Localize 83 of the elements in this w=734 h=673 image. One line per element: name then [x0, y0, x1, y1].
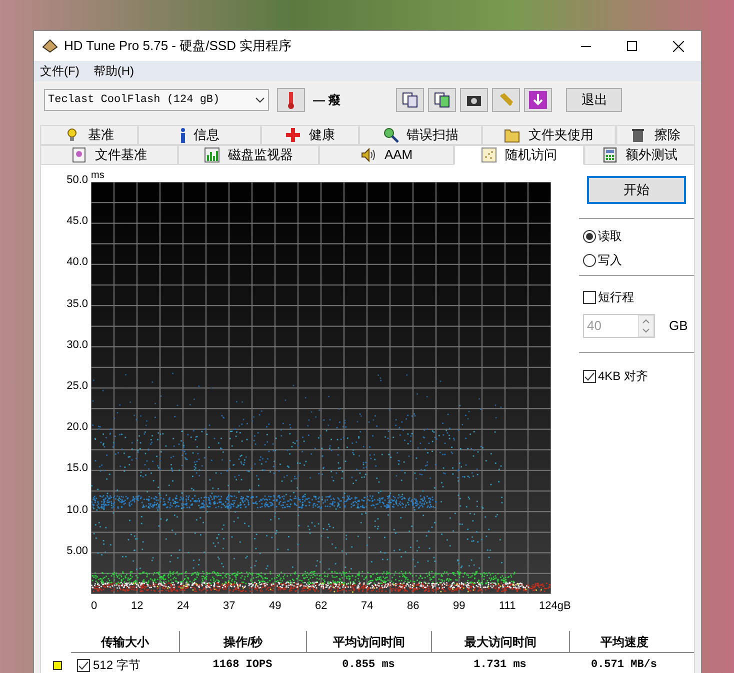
document-copy-icon — [402, 92, 418, 108]
y-axis-label: 25.0 — [66, 381, 88, 392]
x-axis-label: 124gB — [539, 601, 571, 612]
radio-label: 写入 — [598, 252, 622, 269]
tab[interactable]: 基准 — [40, 125, 138, 145]
cross-icon — [285, 127, 302, 143]
radio-button[interactable] — [583, 230, 596, 242]
temperature-reading: — 癈 — [313, 92, 340, 109]
unit-label: GB — [669, 317, 688, 336]
tab[interactable]: AAM — [319, 145, 454, 165]
start-button[interactable]: 开始 — [587, 176, 686, 204]
checkbox[interactable] — [583, 370, 596, 382]
bar-graph-icon — [204, 147, 220, 163]
x-axis-label: 12 — [131, 601, 144, 612]
tab[interactable]: 错误扫描 — [359, 125, 482, 145]
radio-label: 读取 — [598, 228, 622, 245]
tab[interactable]: 随机访问 — [454, 145, 584, 165]
tab[interactable]: 额外测试 — [584, 145, 695, 165]
spin-arrows-icon — [638, 315, 654, 337]
magnifier-icon — [382, 127, 399, 143]
table-cell-text: 1168 IOPS — [212, 658, 272, 673]
tab[interactable]: 文件基准 — [40, 145, 178, 165]
temperature-button[interactable] — [277, 88, 305, 112]
exit-button[interactable]: 退出 — [566, 88, 622, 112]
window-title: HD Tune Pro 5.75 - 硬盘/SSD 实用程序 — [64, 37, 293, 56]
y-axis-label: 15.0 — [66, 463, 88, 474]
y-axis-unit: ms — [91, 171, 104, 181]
maximize-icon — [627, 41, 637, 51]
y-axis-label: 45.0 — [66, 216, 88, 228]
tab[interactable]: 磁盘监视器 — [178, 145, 320, 165]
x-axis-label: 74 — [361, 601, 374, 612]
close-icon — [672, 40, 684, 52]
table-cell-text: 0.571 MB/s — [590, 658, 657, 673]
scatter-icon — [481, 147, 498, 163]
camera-icon — [466, 93, 482, 107]
save-button[interactable] — [524, 88, 552, 112]
speaker-icon — [360, 147, 376, 163]
x-axis-label: 86 — [407, 601, 420, 612]
document-image-icon — [434, 92, 450, 108]
x-axis-label: 0 — [91, 601, 98, 612]
column-header: 传输大小 — [100, 634, 150, 650]
calculator-icon — [602, 147, 618, 163]
y-axis-label: 50.0 — [66, 175, 88, 186]
copy-all-button[interactable] — [428, 88, 456, 112]
tab[interactable]: 健康 — [260, 125, 360, 145]
tab[interactable]: 擦除 — [616, 125, 696, 145]
y-axis-label: 40.0 — [66, 257, 88, 268]
trash-icon — [630, 127, 646, 143]
x-axis-label: 24 — [177, 601, 190, 612]
copy-button[interactable] — [396, 88, 424, 112]
drive-select[interactable]: Teclast CoolFlash (124 gB) — [44, 89, 269, 111]
x-axis-label: 111 — [499, 601, 516, 612]
column-header: 最大访问时间 — [431, 631, 569, 652]
x-axis-label: 37 — [223, 601, 236, 612]
checkbox-label: 4KB 对齐 — [598, 368, 648, 385]
screenshot-button[interactable] — [460, 88, 488, 112]
checkbox[interactable] — [77, 658, 90, 672]
y-axis-label: 30.0 — [66, 340, 88, 351]
radio-button[interactable] — [583, 254, 596, 266]
tab[interactable]: 信息 — [138, 125, 261, 145]
document-icon — [70, 147, 87, 163]
y-axis-label: 5.00 — [66, 546, 88, 557]
column-header: 操作/秒 — [179, 631, 306, 652]
thermometer-icon — [286, 91, 296, 109]
tab[interactable]: 文件夹使用 — [482, 125, 616, 145]
table-cell-text: 512 字节 — [93, 657, 140, 673]
table-cell-text: 1.731 ms — [474, 658, 526, 673]
x-axis-label: 62 — [315, 601, 328, 612]
checkbox-label: 短行程 — [598, 289, 634, 306]
table-cell-text: 0.855 ms — [342, 658, 395, 673]
chevron-down-icon — [255, 97, 265, 103]
x-axis-label: 49 — [269, 601, 282, 612]
x-axis-label: 99 — [453, 601, 466, 612]
folder-icon — [504, 127, 520, 143]
y-axis-label: 10.0 — [66, 504, 88, 516]
info-icon — [180, 127, 186, 143]
column-header: 平均速度 — [569, 631, 679, 652]
column-header: 平均访问时间 — [306, 631, 431, 652]
menu-item[interactable]: 帮助(H) — [93, 62, 134, 80]
y-axis-label: 20.0 — [66, 422, 88, 434]
y-axis-label: 35.0 — [66, 298, 88, 310]
menu-item[interactable]: 文件(F) — [40, 62, 80, 80]
checkbox[interactable] — [583, 290, 596, 304]
